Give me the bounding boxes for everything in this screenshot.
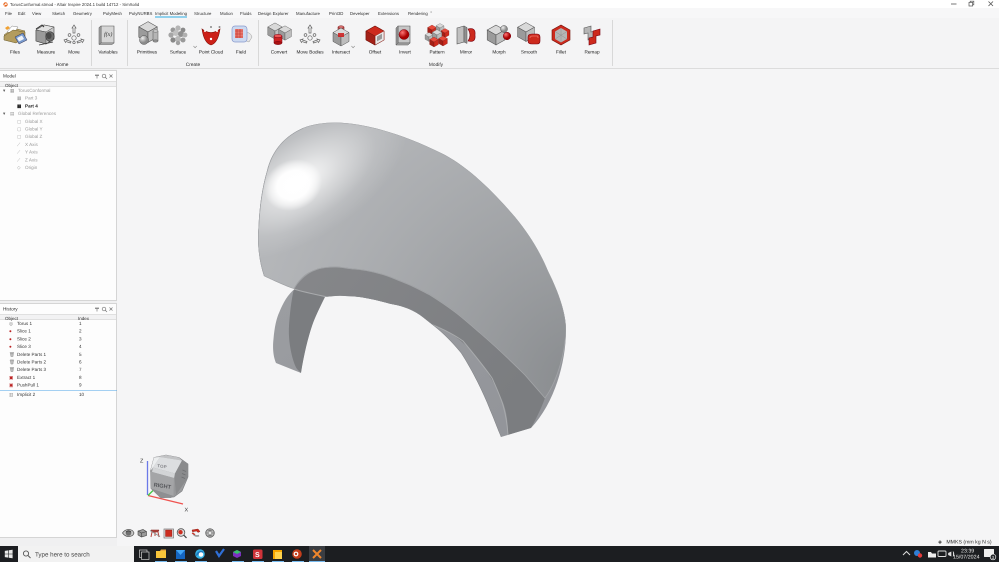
svg-text:X: X — [185, 508, 189, 514]
svg-text:Z: Z — [140, 459, 144, 465]
svg-text:S: S — [255, 552, 260, 559]
svg-text:f(x): f(x) — [104, 31, 112, 38]
svg-text:Type here to search: Type here to search — [35, 552, 90, 559]
